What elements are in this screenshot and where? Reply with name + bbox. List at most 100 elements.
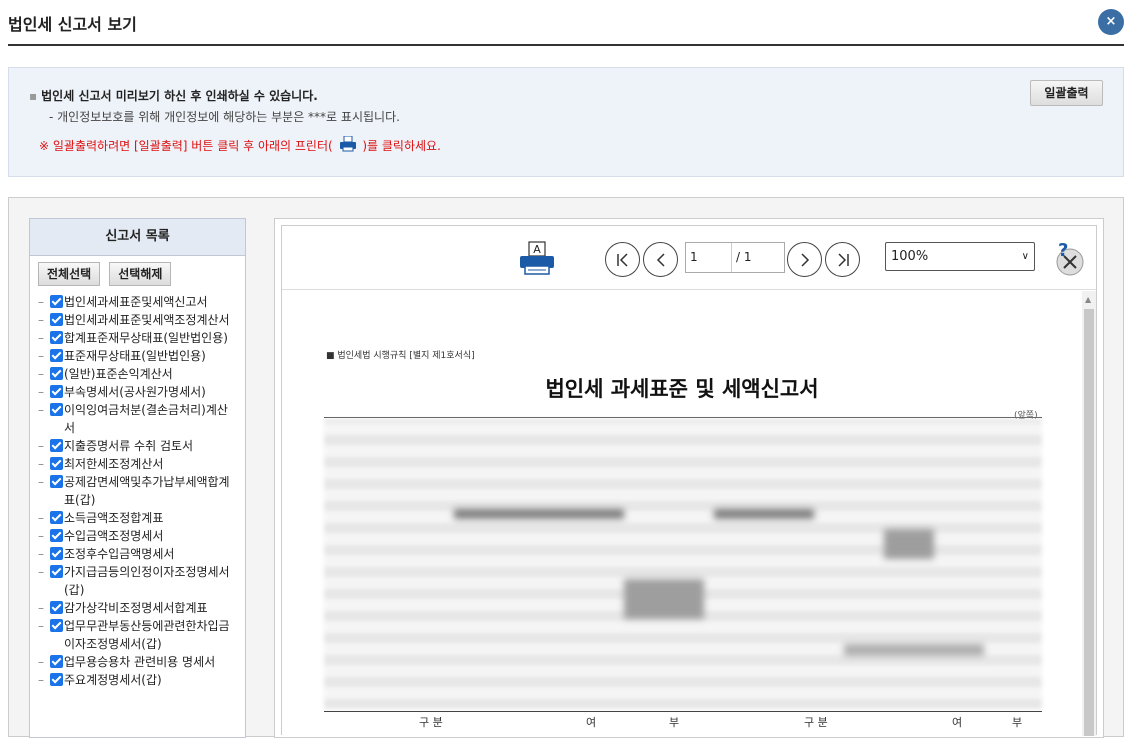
- report-list-item[interactable]: – 지출증명서류 수취 검토서: [38, 437, 238, 455]
- sidebar-buttons: 전체선택 선택해제: [38, 262, 175, 286]
- report-list-item[interactable]: – 이익잉여금처분(결손금처리)계산서: [38, 401, 238, 437]
- deselect-button[interactable]: 선택해제: [109, 262, 172, 286]
- report-list: – 법인세과세표준및세액신고서 – 법인세과세표준및세액조정계산서 – 합계표준재무상태표…: [38, 293, 238, 689]
- report-checkbox[interactable]: [50, 529, 63, 542]
- viewer-toolbar: A 1 / 1 100% ∨ ?: [282, 226, 1096, 290]
- notice-line-3: ※ 일괄출력하려면 [일괄출력] 버튼 클릭 후 아래의 프린터( )를 클릭하…: [39, 136, 441, 154]
- report-list-item[interactable]: – 공제감면세액및추가납부세액합계표(갑): [38, 473, 238, 509]
- report-list-item[interactable]: – 표준재무상태표(일반법인용): [38, 347, 238, 365]
- tree-dash: –: [38, 331, 44, 345]
- report-checkbox[interactable]: [50, 655, 63, 668]
- report-list-item[interactable]: – (일반)표준손익계산서: [38, 365, 238, 383]
- report-list-item[interactable]: – 최저한세조정계산서: [38, 455, 238, 473]
- report-checkbox[interactable]: [50, 457, 63, 470]
- notice-line-1-text: 법인세 신고서 미리보기 하신 후 인쇄하실 수 있습니다.: [41, 89, 318, 103]
- report-checkbox[interactable]: [50, 367, 63, 380]
- help-icon[interactable]: ?: [1050, 240, 1086, 276]
- report-checkbox[interactable]: [50, 601, 63, 614]
- document-page: ■ 법인세법 시행규칙 [별지 제1호서식] 법인세 과세표준 및 세액신고서 …: [282, 291, 1096, 736]
- redacted-block: [624, 579, 704, 619]
- report-list-item[interactable]: – 소득금액조정합계표: [38, 509, 238, 527]
- zoom-value: 100%: [891, 249, 929, 264]
- page-number-input[interactable]: 1: [686, 243, 732, 272]
- last-page-icon: [838, 253, 849, 267]
- scrollbar-thumb[interactable]: [1084, 309, 1094, 736]
- report-checkbox[interactable]: [50, 547, 63, 560]
- report-list-title: 신고서 목록: [30, 219, 245, 256]
- tree-dash: –: [38, 403, 44, 417]
- report-list-item[interactable]: – 법인세과세표준및세액조정계산서: [38, 311, 238, 329]
- col-yes-1: 여: [586, 716, 597, 729]
- next-page-icon: [801, 253, 810, 267]
- report-checkbox[interactable]: [50, 475, 63, 488]
- report-list-item-label: 감가상각비조정명세서합계표: [64, 601, 208, 615]
- report-checkbox[interactable]: [50, 385, 63, 398]
- report-checkbox[interactable]: [50, 439, 63, 452]
- col-category-2: 구 분: [804, 716, 828, 729]
- tree-dash: –: [38, 367, 44, 381]
- redacted-block: [714, 509, 814, 519]
- report-checkbox[interactable]: [50, 349, 63, 362]
- notice-line-2: - 개인정보보호를 위해 개인정보에 해당하는 부분은 ***로 표시됩니다.: [49, 110, 400, 124]
- tree-dash: –: [38, 349, 44, 363]
- report-checkbox[interactable]: [50, 673, 63, 686]
- report-checkbox[interactable]: [50, 331, 63, 344]
- report-list-item-label: 합계표준재무상태표(일반법인용): [64, 331, 228, 345]
- notice-line-3-before: ※ 일괄출력하려면 [일괄출력] 버튼 클릭 후 아래의 프린터(: [39, 139, 333, 153]
- redacted-form-body: [324, 419, 1042, 709]
- report-list-item[interactable]: – 법인세과세표준및세액신고서: [38, 293, 238, 311]
- redacted-block: [884, 529, 934, 559]
- bullet-icon: ▪: [29, 89, 38, 103]
- report-list-item[interactable]: – 부속명세서(공사원가명세서): [38, 383, 238, 401]
- report-list-item[interactable]: – 합계표준재무상태표(일반법인용): [38, 329, 238, 347]
- report-list-item-label: 가지급금등의인정이자조정명세서(갑): [64, 565, 230, 597]
- report-checkbox[interactable]: [50, 403, 63, 416]
- report-list-item[interactable]: – 조정후수입금액명세서: [38, 545, 238, 563]
- report-list-item-label: 공제감면세액및추가납부세액합계표(갑): [64, 475, 230, 507]
- tree-dash: –: [38, 313, 44, 327]
- scroll-up-icon[interactable]: ▲: [1085, 295, 1091, 304]
- report-list-item[interactable]: – 가지급금등의인정이자조정명세서(갑): [38, 563, 238, 599]
- tree-dash: –: [38, 475, 44, 489]
- vertical-scrollbar[interactable]: ▲: [1082, 291, 1096, 736]
- col-no-1: 부: [669, 716, 680, 729]
- close-icon[interactable]: ×: [1098, 9, 1124, 35]
- report-viewer: A 1 / 1 100% ∨ ? ■ 법인세법 시행규칙 [별지 제1호서식] …: [281, 225, 1097, 736]
- report-list-item[interactable]: – 업무용승용차 관련비용 명세서: [38, 653, 238, 671]
- first-page-button[interactable]: [605, 242, 640, 277]
- zoom-select[interactable]: 100% ∨: [885, 242, 1035, 271]
- report-checkbox[interactable]: [50, 511, 63, 524]
- report-checkbox[interactable]: [50, 295, 63, 308]
- report-checkbox[interactable]: [50, 619, 63, 632]
- report-list-item[interactable]: – 업무무관부동산등에관련한차입금이자조정명세서(갑): [38, 617, 238, 653]
- report-list-item[interactable]: – 주요계정명세서(갑): [38, 671, 238, 689]
- prev-page-button[interactable]: [643, 242, 678, 277]
- tree-dash: –: [38, 295, 44, 309]
- last-page-button[interactable]: [825, 242, 860, 277]
- report-list-item[interactable]: – 감가상각비조정명세서합계표: [38, 599, 238, 617]
- report-list-item-label: 조정후수입금액명세서: [64, 547, 175, 561]
- report-list-item-label: 부속명세서(공사원가명세서): [64, 385, 206, 399]
- tree-dash: –: [38, 619, 44, 633]
- report-list-item-label: 주요계정명세서(갑): [64, 673, 162, 687]
- tree-dash: –: [38, 655, 44, 669]
- report-list-item-label: 이익잉여금처분(결손금처리)계산서: [64, 403, 228, 435]
- form-rule: [324, 417, 1042, 418]
- print-icon[interactable]: A: [518, 240, 556, 278]
- tree-dash: –: [38, 529, 44, 543]
- select-all-button[interactable]: 전체선택: [38, 262, 101, 286]
- next-page-button[interactable]: [787, 242, 822, 277]
- report-checkbox[interactable]: [50, 565, 63, 578]
- report-list-sidebar: 신고서 목록 전체선택 선택해제 – 법인세과세표준및세액신고서 – 법인세과세표준및…: [29, 218, 246, 738]
- form-code: ■ 법인세법 시행규칙 [별지 제1호서식]: [326, 351, 475, 361]
- svg-text:?: ?: [1058, 240, 1068, 261]
- notice-line-1: ▪ 법인세 신고서 미리보기 하신 후 인쇄하실 수 있습니다.: [29, 87, 318, 104]
- report-list-item[interactable]: – 수입금액조정명세서: [38, 527, 238, 545]
- tree-dash: –: [38, 385, 44, 399]
- report-checkbox[interactable]: [50, 313, 63, 326]
- col-category-1: 구 분: [419, 716, 443, 729]
- redacted-block: [844, 644, 984, 656]
- report-list-item-label: 최저한세조정계산서: [64, 457, 164, 471]
- batch-print-button[interactable]: 일괄출력: [1030, 80, 1103, 106]
- tree-dash: –: [38, 457, 44, 471]
